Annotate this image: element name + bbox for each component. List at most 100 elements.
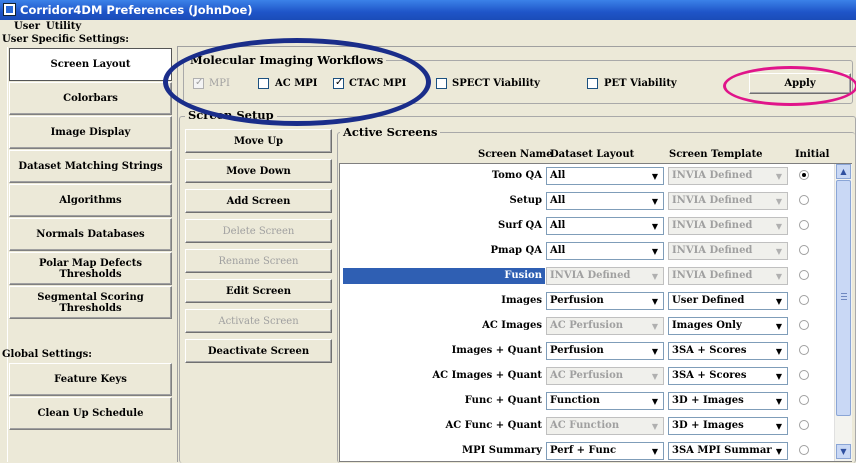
activate-screen-button[interactable]: Activate Screen — [185, 309, 332, 333]
dataset-layout-select[interactable]: INVIA Defined ▼ — [546, 267, 664, 285]
menu-utility[interactable]: Utility — [46, 21, 81, 32]
initial-radio[interactable] — [799, 295, 809, 305]
menu-user[interactable]: User — [14, 21, 40, 32]
chevron-down-icon[interactable]: ▼ — [648, 319, 662, 333]
screen-template-select[interactable]: INVIA Defined ▼ — [668, 242, 788, 260]
chevron-down-icon[interactable]: ▼ — [648, 269, 662, 283]
dataset-layout-select[interactable]: All ▼ — [546, 242, 664, 260]
chevron-down-icon[interactable]: ▼ — [772, 269, 786, 283]
nav-algorithms[interactable]: Algorithms — [9, 184, 172, 217]
dataset-layout-select[interactable]: AC Perfusion ▼ — [546, 367, 664, 385]
dataset-layout-select[interactable]: AC Perfusion ▼ — [546, 317, 664, 335]
scroll-thumb[interactable] — [836, 180, 851, 416]
screen-name-selected[interactable]: Fusion — [343, 268, 545, 284]
table-scrollbar[interactable]: ▲ ▼ — [834, 164, 852, 461]
screen-name[interactable]: Images — [343, 295, 542, 306]
dataset-layout-select[interactable]: Function ▼ — [546, 392, 664, 410]
chevron-down-icon[interactable]: ▼ — [648, 219, 662, 233]
chevron-down-icon[interactable]: ▼ — [772, 419, 786, 433]
dataset-layout-select[interactable]: Perfusion ▼ — [546, 342, 664, 360]
chevron-down-icon[interactable]: ▼ — [648, 394, 662, 408]
edit-screen-button[interactable]: Edit Screen — [185, 279, 332, 303]
screen-name[interactable]: Pmap QA — [343, 245, 542, 256]
screen-name[interactable]: Surf QA — [343, 220, 542, 231]
initial-radio[interactable] — [799, 220, 809, 230]
chevron-down-icon[interactable]: ▼ — [648, 419, 662, 433]
screen-name[interactable]: AC Images — [343, 320, 542, 331]
chevron-down-icon[interactable]: ▼ — [772, 294, 786, 308]
chevron-down-icon[interactable]: ▼ — [772, 394, 786, 408]
screen-name[interactable]: Tomo QA — [343, 170, 542, 181]
spect-viability-checkbox[interactable] — [436, 78, 447, 89]
screen-name[interactable]: Images + Quant — [343, 345, 542, 356]
screen-template-select[interactable]: 3D + Images ▼ — [668, 392, 788, 410]
move-up-button[interactable]: Move Up — [185, 129, 332, 153]
chevron-down-icon[interactable]: ▼ — [648, 244, 662, 258]
dataset-layout-select[interactable]: Perfusion ▼ — [546, 292, 664, 310]
nav-colorbars[interactable]: Colorbars — [9, 82, 172, 115]
dataset-layout-select[interactable]: All ▼ — [546, 217, 664, 235]
chevron-down-icon[interactable]: ▼ — [772, 244, 786, 258]
screen-template-select[interactable]: 3SA + Scores ▼ — [668, 367, 788, 385]
screen-template-select[interactable]: 3SA + Scores ▼ — [668, 342, 788, 360]
dataset-layout-select[interactable]: Perf + Func ▼ — [546, 442, 664, 460]
screen-template-select[interactable]: 3D + Images ▼ — [668, 417, 788, 435]
chevron-down-icon[interactable]: ▼ — [648, 444, 662, 458]
user-settings-label: User Specific Settings: — [2, 34, 129, 45]
chevron-down-icon[interactable]: ▼ — [648, 369, 662, 383]
initial-radio[interactable] — [799, 320, 809, 330]
chevron-down-icon[interactable]: ▼ — [772, 194, 786, 208]
pet-viability-checkbox[interactable] — [587, 78, 598, 89]
chevron-down-icon[interactable]: ▼ — [772, 344, 786, 358]
dataset-layout-select[interactable]: All ▼ — [546, 192, 664, 210]
nav-segmental-scoring-thresholds[interactable]: Segmental Scoring Thresholds — [9, 286, 172, 319]
nav-polar-map-defects-thresholds[interactable]: Polar Map Defects Thresholds — [9, 252, 172, 285]
screen-template-select[interactable]: INVIA Defined ▼ — [668, 167, 788, 185]
initial-radio[interactable] — [799, 445, 809, 455]
dataset-layout-select[interactable]: All ▼ — [546, 167, 664, 185]
dataset-layout-select[interactable]: AC Function ▼ — [546, 417, 664, 435]
nav-feature-keys[interactable]: Feature Keys — [9, 363, 172, 396]
nav-screen-layout[interactable]: Screen Layout — [9, 48, 172, 81]
chevron-down-icon[interactable]: ▼ — [772, 219, 786, 233]
screen-template-select[interactable]: INVIA Defined ▼ — [668, 192, 788, 210]
chevron-down-icon[interactable]: ▼ — [648, 344, 662, 358]
scroll-down-icon[interactable]: ▼ — [836, 444, 851, 459]
screen-name[interactable]: AC Func + Quant — [343, 420, 542, 431]
deactivate-screen-button[interactable]: Deactivate Screen — [185, 339, 332, 363]
rename-screen-button[interactable]: Rename Screen — [185, 249, 332, 273]
screen-template-select[interactable]: 3SA MPI Summary ▼ — [668, 442, 788, 460]
delete-screen-button[interactable]: Delete Screen — [185, 219, 332, 243]
initial-radio[interactable] — [799, 420, 809, 430]
initial-radio[interactable] — [799, 370, 809, 380]
initial-radio[interactable] — [799, 270, 809, 280]
screen-template-select[interactable]: Images Only ▼ — [668, 317, 788, 335]
screen-name[interactable]: Func + Quant — [343, 395, 542, 406]
initial-radio[interactable] — [799, 170, 809, 180]
chevron-down-icon[interactable]: ▼ — [772, 369, 786, 383]
screen-template-select[interactable]: User Defined ▼ — [668, 292, 788, 310]
screen-name[interactable]: AC Images + Quant — [343, 370, 542, 381]
screen-name[interactable]: MPI Summary — [343, 445, 542, 456]
chevron-down-icon[interactable]: ▼ — [772, 169, 786, 183]
initial-radio[interactable] — [799, 195, 809, 205]
screen-template-value: INVIA Defined — [672, 270, 753, 281]
scroll-up-icon[interactable]: ▲ — [836, 164, 851, 179]
nav-image-display[interactable]: Image Display — [9, 116, 172, 149]
chevron-down-icon[interactable]: ▼ — [648, 169, 662, 183]
initial-radio[interactable] — [799, 345, 809, 355]
nav-clean-up-schedule[interactable]: Clean Up Schedule — [9, 397, 172, 430]
move-down-button[interactable]: Move Down — [185, 159, 332, 183]
nav-normals-databases[interactable]: Normals Databases — [9, 218, 172, 251]
chevron-down-icon[interactable]: ▼ — [648, 294, 662, 308]
chevron-down-icon[interactable]: ▼ — [648, 194, 662, 208]
add-screen-button[interactable]: Add Screen — [185, 189, 332, 213]
initial-radio[interactable] — [799, 395, 809, 405]
screen-template-select[interactable]: INVIA Defined ▼ — [668, 217, 788, 235]
chevron-down-icon[interactable]: ▼ — [772, 319, 786, 333]
initial-radio[interactable] — [799, 245, 809, 255]
screen-template-select[interactable]: INVIA Defined ▼ — [668, 267, 788, 285]
nav-dataset-matching-strings[interactable]: Dataset Matching Strings — [9, 150, 172, 183]
chevron-down-icon[interactable]: ▼ — [772, 444, 786, 458]
screen-name[interactable]: Setup — [343, 195, 542, 206]
